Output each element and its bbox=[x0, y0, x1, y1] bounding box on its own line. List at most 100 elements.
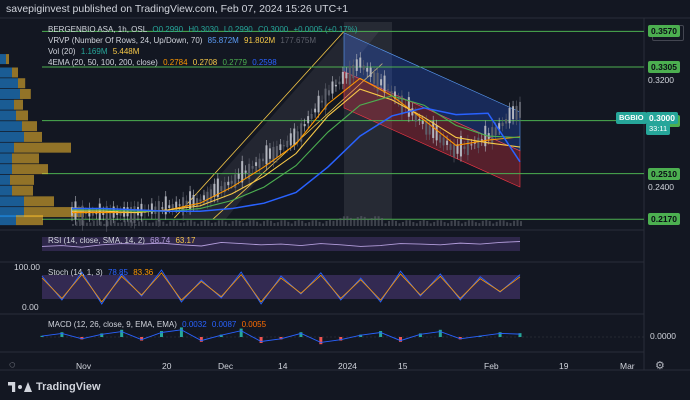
volume-bar-91 bbox=[388, 220, 391, 226]
vrvp-down-bar-6 bbox=[22, 121, 37, 132]
candle-body-38 bbox=[202, 195, 205, 200]
legend-rsi-v2: 63.17 bbox=[175, 236, 196, 245]
gear-icon[interactable]: ⚙ bbox=[655, 359, 665, 372]
volume-bar-99 bbox=[415, 223, 418, 226]
legend-vol-row: Vol (20) 1.169M 5.448M bbox=[48, 47, 142, 57]
legend-rsi-row: RSI (14, close, SMA, 14, 2) 68.74 63.17 bbox=[48, 236, 198, 246]
volume-bar-60 bbox=[280, 220, 283, 226]
candle-body-45 bbox=[227, 181, 230, 186]
candle-body-64 bbox=[293, 128, 296, 145]
volume-bar-21 bbox=[144, 220, 147, 226]
legend-vrvp-v1: 85.872M bbox=[207, 36, 239, 45]
volume-bar-114 bbox=[467, 220, 470, 226]
time-label-0: Nov bbox=[76, 361, 92, 371]
candle-body-48 bbox=[237, 173, 240, 179]
legend-open: O0.2990 bbox=[152, 25, 184, 34]
volume-bar-84 bbox=[363, 216, 366, 226]
volume-bar-25 bbox=[158, 220, 161, 226]
volume-bar-64 bbox=[294, 221, 297, 226]
volume-bar-34 bbox=[190, 220, 193, 226]
volume-bar-124 bbox=[502, 220, 505, 226]
candle-body-69 bbox=[310, 113, 313, 119]
macd-hist-bar-13 bbox=[299, 332, 303, 337]
volume-bar-43 bbox=[221, 220, 224, 226]
legend-symbol-row: BERGENBIO ASA, 1h, OSL O0.2990 H0.3030 L… bbox=[48, 25, 361, 35]
vrvp-down-bar-15 bbox=[16, 215, 43, 226]
vrvp-down-bar-1 bbox=[12, 67, 18, 78]
legend-ema-v2: 0.2708 bbox=[192, 58, 218, 67]
candle-body-83 bbox=[359, 57, 362, 68]
volume-bar-10 bbox=[106, 221, 109, 226]
volume-bar-115 bbox=[471, 220, 474, 226]
volume-bar-96 bbox=[405, 220, 408, 226]
vrvp-up-bar-15 bbox=[0, 215, 16, 226]
globe-icon[interactable]: ◌ bbox=[9, 359, 16, 371]
volume-bar-37 bbox=[200, 221, 203, 226]
volume-bar-113 bbox=[464, 221, 467, 226]
time-label-2: Dec bbox=[218, 361, 234, 371]
candle-body-86 bbox=[369, 67, 372, 77]
candle-body-40 bbox=[209, 189, 212, 203]
volume-bar-98 bbox=[412, 222, 415, 226]
legend-ema-v1: 0.2784 bbox=[163, 58, 188, 67]
candle-body-36 bbox=[196, 198, 199, 207]
volume-bar-94 bbox=[398, 223, 401, 226]
vrvp-up-bar-7 bbox=[0, 131, 24, 142]
volume-bar-102 bbox=[426, 220, 429, 226]
candle-body-107 bbox=[442, 137, 445, 146]
macd-hist-bar-1 bbox=[60, 332, 64, 337]
candle-body-60 bbox=[279, 144, 282, 151]
vrvp-down-bar-10 bbox=[12, 164, 48, 175]
candle-body-80 bbox=[348, 66, 351, 85]
volume-bar-59 bbox=[276, 222, 279, 226]
candle-body-85 bbox=[366, 67, 369, 72]
volume-bar-117 bbox=[478, 223, 481, 226]
publish-caption: savepiginvest published on TradingView.c… bbox=[6, 3, 349, 15]
legend-high: H0.3030 bbox=[188, 25, 219, 34]
candle-body-128 bbox=[515, 105, 518, 120]
candle-body-50 bbox=[244, 170, 247, 173]
volume-bar-105 bbox=[436, 220, 439, 226]
volume-bar-89 bbox=[381, 217, 384, 226]
legend-stoch-label: Stoch (14, 1, 3) bbox=[48, 268, 103, 277]
vrvp-up-bar-13 bbox=[0, 196, 24, 207]
candle-body-110 bbox=[453, 144, 456, 157]
volume-bar-78 bbox=[342, 216, 345, 226]
volume-bar-20 bbox=[141, 220, 144, 226]
volume-bar-101 bbox=[422, 220, 425, 226]
legend-change: +0.0005 (+0.17%) bbox=[293, 25, 358, 34]
vrvp-down-bar-8 bbox=[14, 142, 71, 153]
candle-body-70 bbox=[314, 108, 317, 113]
volume-bar-23 bbox=[151, 222, 154, 226]
volume-bar-30 bbox=[176, 220, 179, 226]
countdown-tag: 33:11 bbox=[646, 123, 671, 135]
brand-name: TradingView bbox=[36, 381, 101, 393]
volume-bar-72 bbox=[322, 223, 325, 226]
candle-body-81 bbox=[352, 64, 355, 79]
candle-body-18 bbox=[133, 206, 136, 224]
candle-body-30 bbox=[175, 201, 178, 208]
candle-body-61 bbox=[282, 145, 285, 147]
legend-ema-row: 4EMA (20, 50, 100, 200, close) 0.2784 0.… bbox=[48, 58, 280, 68]
volume-bar-71 bbox=[318, 221, 321, 226]
candle-body-54 bbox=[258, 158, 261, 168]
vrvp-down-bar-0 bbox=[6, 54, 9, 65]
candle-body-89 bbox=[380, 79, 383, 86]
price-label-6: 0.2170 bbox=[648, 213, 680, 226]
vrvp-down-bar-3 bbox=[20, 88, 31, 99]
candle-body-108 bbox=[446, 140, 449, 145]
volume-bar-112 bbox=[460, 223, 463, 226]
volume-bar-100 bbox=[419, 220, 422, 226]
vrvp-up-bar-9 bbox=[0, 153, 12, 164]
volume-bar-65 bbox=[297, 220, 300, 226]
volume-bar-128 bbox=[516, 220, 519, 226]
legend-vrvp-v3: 177.675M bbox=[280, 36, 317, 45]
candle-body-37 bbox=[199, 199, 202, 202]
candle-body-129 bbox=[519, 101, 521, 118]
vrvp-up-bar-12 bbox=[0, 185, 12, 196]
volume-bar-68 bbox=[308, 222, 311, 226]
vrvp-up-bar-4 bbox=[0, 99, 14, 110]
legend-vrvp-row: VRVP (Number Of Rows, 24, Up/Down, 70) 8… bbox=[48, 36, 319, 46]
price-label-0: 0.3570 bbox=[648, 25, 680, 38]
legend-rsi-label: RSI (14, close, SMA, 14, 2) bbox=[48, 236, 145, 245]
